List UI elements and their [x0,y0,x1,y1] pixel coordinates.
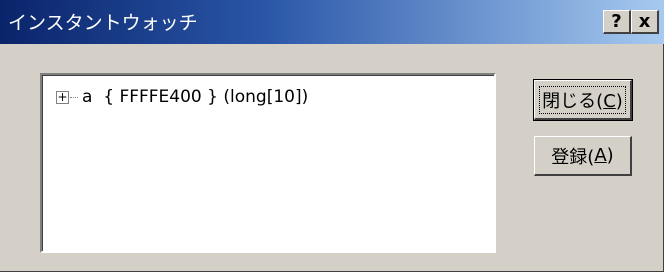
instant-watch-dialog: インスタントウォッチ ? x + a { FFFFE400 } (long[10… [0,0,664,272]
list-item[interactable]: + a { FFFFE400 } (long[10]) [56,85,308,109]
help-icon: ? [611,11,622,32]
register-button-label: 登録( [551,146,595,168]
close-window-button[interactable]: x [631,10,659,34]
close-button-mnemonic: C [603,90,616,112]
register-button[interactable]: 登録(A) [534,136,632,176]
tree-connector [70,96,78,98]
close-icon: x [638,11,651,32]
title-bar[interactable]: インスタントウォッチ ? x [0,0,664,44]
watch-item-text: a { FFFFE400 } (long[10]) [82,87,309,107]
register-button-mnemonic: A [594,145,607,166]
expand-icon[interactable]: + [56,90,69,104]
watch-list[interactable]: + a { FFFFE400 } (long[10]) [40,73,496,253]
register-button-suffix: ) [606,145,614,166]
close-button-suffix: ) [615,90,623,112]
close-button[interactable]: 閉じる(C) [533,79,633,121]
close-button-focus: 閉じる(C) [539,85,626,114]
close-button-label: 閉じる( [542,90,604,112]
window-title: インスタントウォッチ [8,12,198,34]
help-button[interactable]: ? [603,10,631,34]
